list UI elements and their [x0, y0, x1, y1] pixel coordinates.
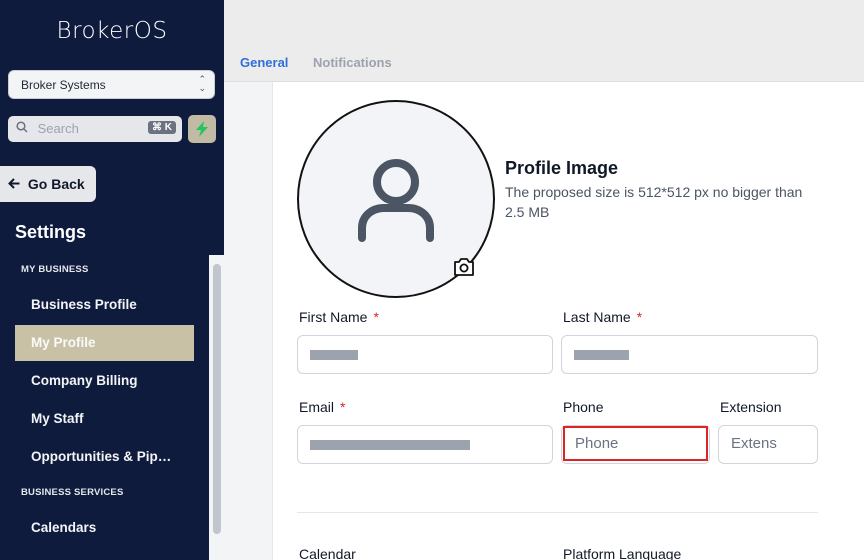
tab-general[interactable]: General: [240, 55, 288, 70]
tabs-bar: General Notifications: [224, 0, 864, 82]
quick-action-button[interactable]: [188, 115, 216, 143]
account-selector[interactable]: Broker Systems ⌃ ⌄: [8, 70, 215, 99]
user-icon: [358, 159, 434, 242]
last-name-label: Last Name *: [563, 309, 642, 325]
redacted-value: [310, 350, 358, 360]
section-divider: [297, 512, 818, 513]
first-name-label: First Name *: [299, 309, 379, 325]
settings-title: Settings: [15, 222, 87, 242]
required-marker: *: [373, 309, 379, 325]
go-back-button[interactable]: Go Back: [0, 166, 96, 202]
profile-image-description: The proposed size is 512*512 px no bigge…: [505, 184, 803, 220]
extension-label: Extension: [720, 399, 782, 415]
camera-icon[interactable]: [452, 255, 476, 279]
go-back-label: Go Back: [27, 176, 85, 192]
last-name-field[interactable]: [561, 335, 818, 374]
profile-image-title: Profile Image: [505, 158, 619, 178]
sidebar-item-business-profile[interactable]: Business Profile: [15, 287, 194, 323]
search-shortcut: ⌘ K: [148, 121, 176, 134]
tab-notifications[interactable]: Notifications: [313, 55, 392, 70]
brand-logo: BrokerOS: [56, 18, 168, 44]
first-name-field[interactable]: [297, 335, 553, 374]
redacted-value: [310, 440, 470, 450]
sidebar-item-my-staff[interactable]: My Staff: [15, 401, 194, 437]
chevron-updown-icon: ⌃ ⌄: [198, 74, 206, 93]
calendar-label: Calendar: [299, 546, 356, 560]
account-selector-label: Broker Systems: [21, 78, 106, 92]
sidebar: BrokerOS Broker Systems ⌃ ⌄ Search ⌘ K Go…: [0, 0, 224, 560]
email-field[interactable]: [297, 425, 553, 464]
sidebar-item-company-billing[interactable]: Company Billing: [15, 363, 194, 399]
sidebar-item-calendars[interactable]: Calendars: [15, 510, 194, 546]
search-input[interactable]: Search ⌘ K: [8, 116, 182, 142]
first-name-label-text: First Name: [299, 309, 368, 325]
lightning-icon: [196, 121, 208, 137]
section-label-business-services: BUSINESS SERVICES: [21, 487, 124, 498]
arrow-left-icon: [8, 176, 24, 192]
sidebar-item-opportunities[interactable]: Opportunities & Pipelines: [15, 439, 194, 475]
email-label-text: Email: [299, 399, 335, 415]
section-label-my-business: MY BUSINESS: [21, 264, 89, 275]
phone-label: Phone: [563, 399, 604, 415]
search-placeholder: Search: [37, 121, 79, 136]
required-marker: *: [636, 309, 643, 325]
phone-field[interactable]: Phone: [563, 426, 708, 461]
required-marker: *: [340, 399, 346, 415]
email-label: Email *: [299, 399, 345, 415]
last-name-label-text: Last Name: [563, 309, 631, 325]
extension-field[interactable]: Extens: [718, 425, 818, 464]
sidebar-scrollbar-thumb[interactable]: [213, 264, 221, 534]
search-icon: [16, 121, 28, 136]
platform-language-label: Platform Language: [563, 546, 682, 560]
redacted-value: [574, 350, 629, 360]
sidebar-item-my-profile[interactable]: My Profile: [15, 325, 194, 361]
